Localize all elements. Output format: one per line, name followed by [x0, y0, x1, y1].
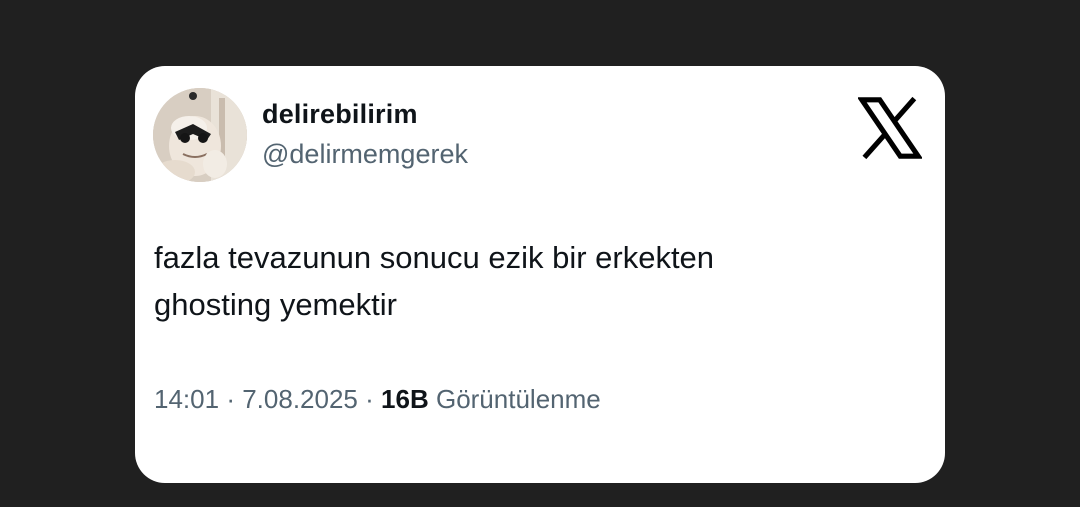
tweet-meta: 14:01 · 7.08.2025 · 16B Görüntülenme: [154, 384, 601, 415]
meta-separator: ·: [226, 384, 235, 414]
tweet-text-line-2: ghosting yemektir: [154, 287, 397, 322]
avatar-photo: [153, 88, 247, 182]
tweet-card: delirebilirim @delirmemgerek fazla tevaz…: [135, 66, 945, 483]
display-name[interactable]: delirebilirim: [262, 99, 418, 130]
tweet-text-line-1: fazla tevazunun sonucu ezik bir erkekten: [154, 240, 715, 275]
views-count: 16B: [381, 384, 429, 414]
tweet-date[interactable]: 7.08.2025: [242, 384, 358, 414]
meta-separator-2: ·: [365, 384, 374, 414]
x-logo-icon: [858, 96, 922, 160]
tweet-time[interactable]: 14:01: [154, 384, 219, 414]
user-handle[interactable]: @delirmemgerek: [262, 139, 468, 170]
avatar[interactable]: [153, 88, 247, 182]
views-label: Görüntülenme: [435, 384, 601, 414]
tweet-text: fazla tevazunun sonucu ezik bir erkekten…: [154, 234, 874, 328]
